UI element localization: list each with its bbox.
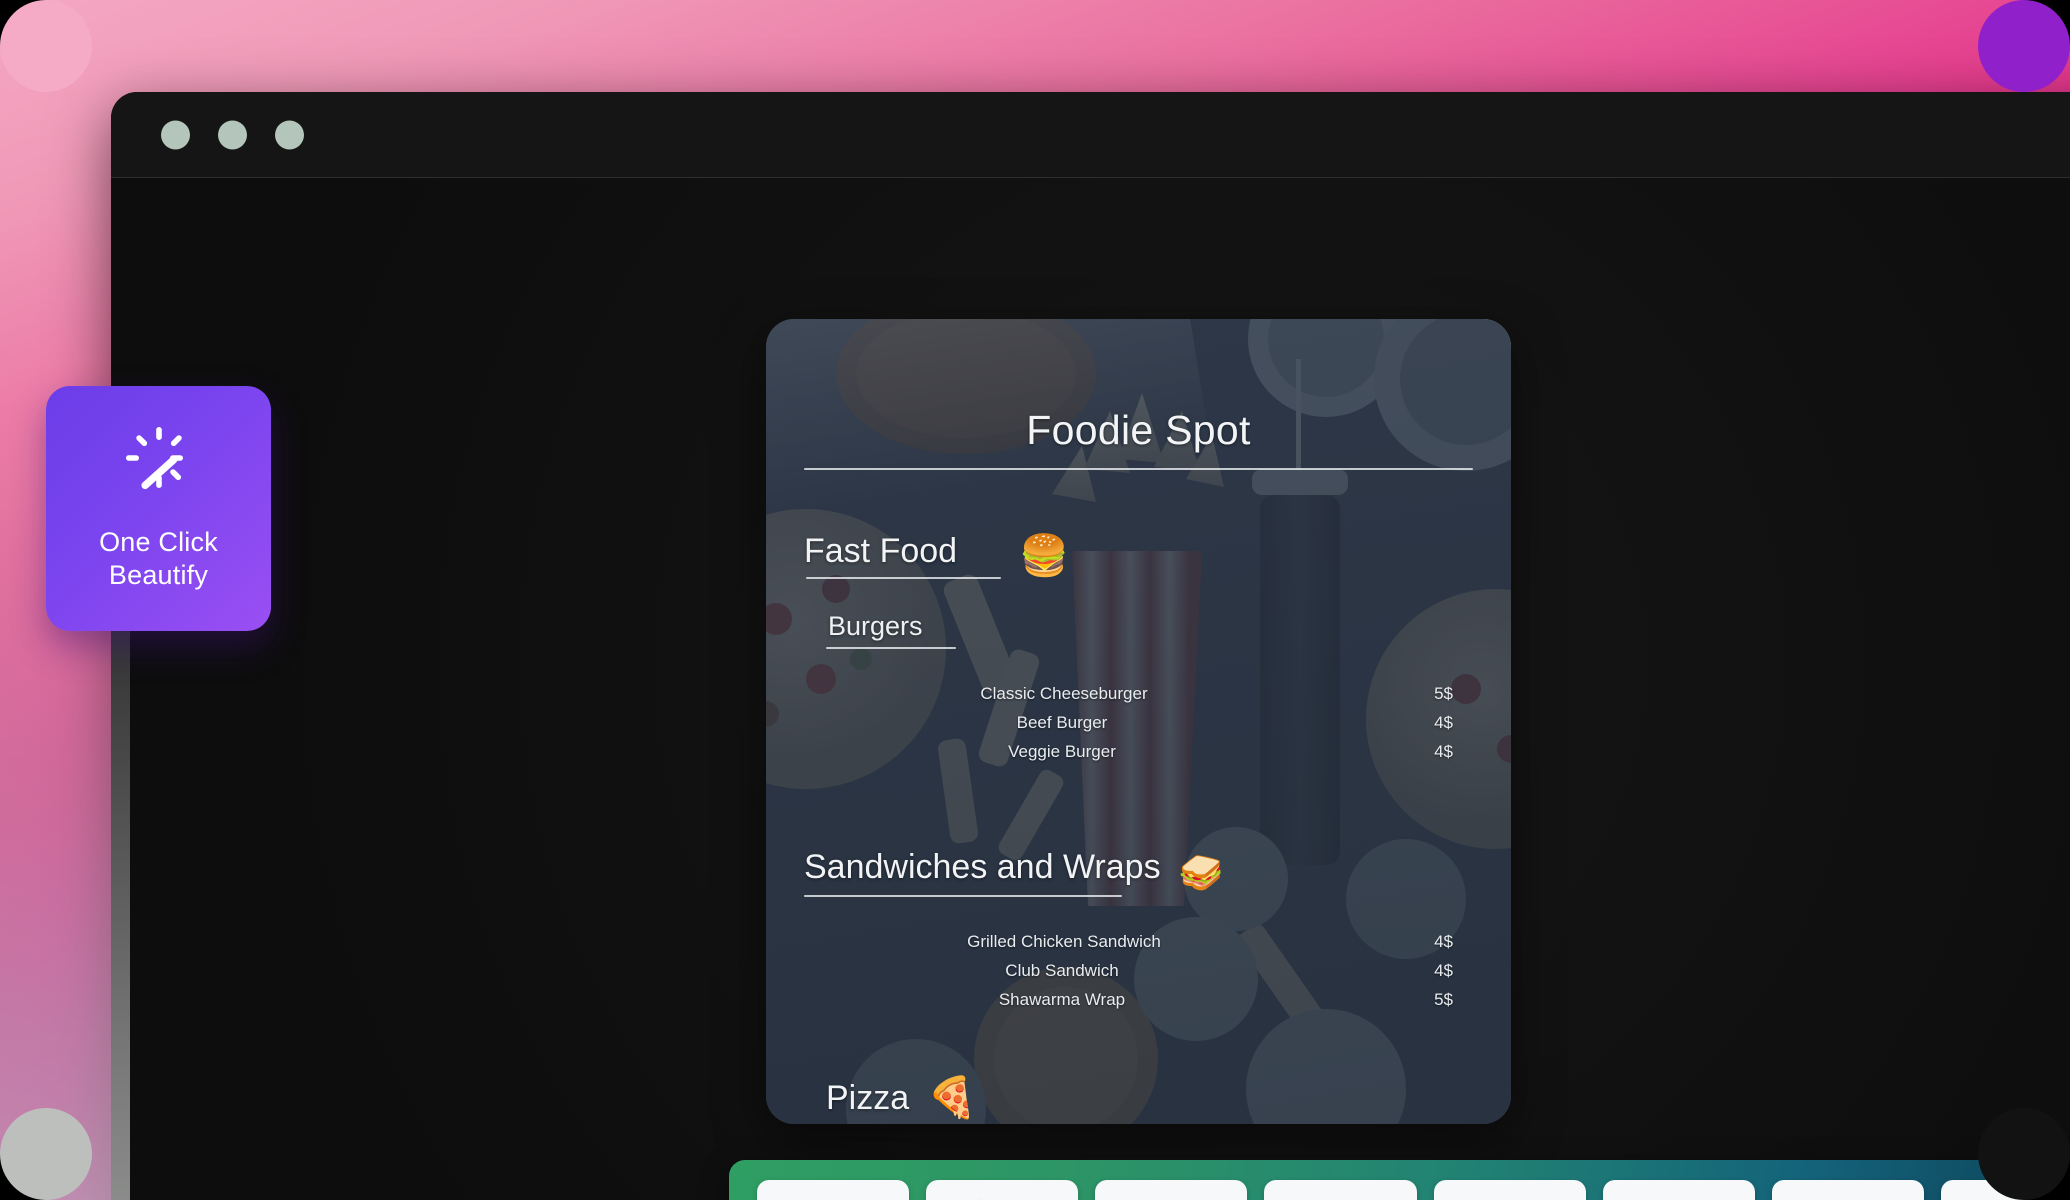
subsection-title: Burgers [828,611,923,641]
editor-canvas[interactable]: Foodie Spot Fast Food 🍔 Burgers Classic … [111,178,2070,1200]
minimize-button[interactable] [218,120,247,149]
maximize-button[interactable] [275,120,304,149]
menu-item: Grilled Chicken Sandwich 4$ [804,927,1473,956]
theme-thumbnail[interactable] [1433,1180,1586,1200]
theme-diagram-icon [1636,1196,1722,1200]
section-rule [806,577,1001,579]
theme-thumbnail[interactable] [1264,1180,1417,1200]
theme-diagram-icon [980,1199,982,1200]
menu-item-price: 5$ [1434,989,1453,1009]
close-button[interactable] [161,120,190,149]
app-window: Foodie Spot Fast Food 🍔 Burgers Classic … [111,92,2070,1200]
theme-thumbnail[interactable] [926,1180,1079,1200]
menu-item: Veggie Burger 4$ [804,737,1473,766]
theme-diagram-icon [1467,1196,1553,1200]
corner-mask-br [1978,1108,2070,1200]
theme-diagram-icon [1297,1196,1383,1200]
menu-item: Club Sandwich 4$ [804,956,1473,985]
page-backdrop: Foodie Spot Fast Food 🍔 Burgers Classic … [0,0,2070,1200]
theme-picker-bar[interactable] [729,1160,2070,1200]
theme-thumbnail[interactable] [757,1180,910,1200]
menu-item-price: 5$ [1434,683,1453,703]
one-click-beautify-button[interactable]: One Click Beautify [46,386,271,631]
magic-wand-sparkle-icon [122,425,196,504]
pizza-emoji: 🍕 [927,1076,977,1120]
menu-item-list-sandwiches: Grilled Chicken Sandwich 4$ Club Sandwic… [804,927,1473,1014]
theme-thumbnail[interactable] [1771,1180,1924,1200]
theme-diagram-icon [1805,1196,1891,1200]
menu-item: Beef Burger 4$ [804,708,1473,737]
menu-item-name: Club Sandwich [1005,960,1119,980]
section-title: Fast Food [804,532,958,570]
menu-item-name: Grilled Chicken Sandwich [967,931,1161,951]
section-rule [804,895,1122,897]
theme-thumbnail[interactable] [1095,1180,1248,1200]
menu-title-rule [804,468,1473,470]
menu-item-name: Shawarma Wrap [998,989,1126,1009]
menu-subsection-header-burgers: Burgers [804,611,1473,649]
corner-mask-tr [1978,0,2070,92]
menu-title: Foodie Spot [1026,407,1251,453]
window-titlebar [111,92,2070,178]
section-title: Sandwiches and Wraps [804,848,1161,886]
menu-item-price: 4$ [1434,960,1453,980]
menu-section-header-fast-food: Fast Food 🍔 [804,532,1473,579]
corner-mask-bl [0,1108,92,1200]
menu-section-header-sandwiches: Sandwiches and Wraps 🥪 [804,848,1473,897]
window-controls [161,120,304,149]
theme-thumbnail[interactable] [1602,1180,1755,1200]
menu-item-price: 4$ [1434,931,1453,951]
menu-item-price: 4$ [1434,741,1453,761]
theme-diagram-icon [1128,1196,1214,1200]
sandwich-emoji: 🥪 [1178,851,1224,893]
menu-content: Foodie Spot Fast Food 🍔 Burgers Classic … [766,319,1511,1124]
hamburger-emoji: 🍔 [1019,533,1069,578]
menu-item: Classic Cheeseburger 5$ [804,679,1473,708]
menu-preview-card[interactable]: Foodie Spot Fast Food 🍔 Burgers Classic … [766,319,1511,1124]
beautify-label-line1: One Click [99,527,218,558]
subsection-rule [826,647,956,649]
menu-item-name: Beef Burger [1016,712,1108,732]
corner-mask-tl [0,0,92,92]
section-title: Pizza [826,1078,910,1117]
menu-item-price: 4$ [1434,712,1453,732]
beautify-label-line2: Beautify [108,560,209,590]
theme-diagram-icon [790,1196,876,1200]
menu-section-header-pizza: Pizza 🍕 [826,1078,1473,1118]
menu-item: Shawarma Wrap 5$ [804,985,1473,1014]
menu-item-name: Classic Cheeseburger [980,683,1148,703]
menu-item-name: Veggie Burger [1008,741,1116,761]
menu-item-list-burgers: Classic Cheeseburger 5$ Beef Burger 4$ V… [804,679,1473,766]
